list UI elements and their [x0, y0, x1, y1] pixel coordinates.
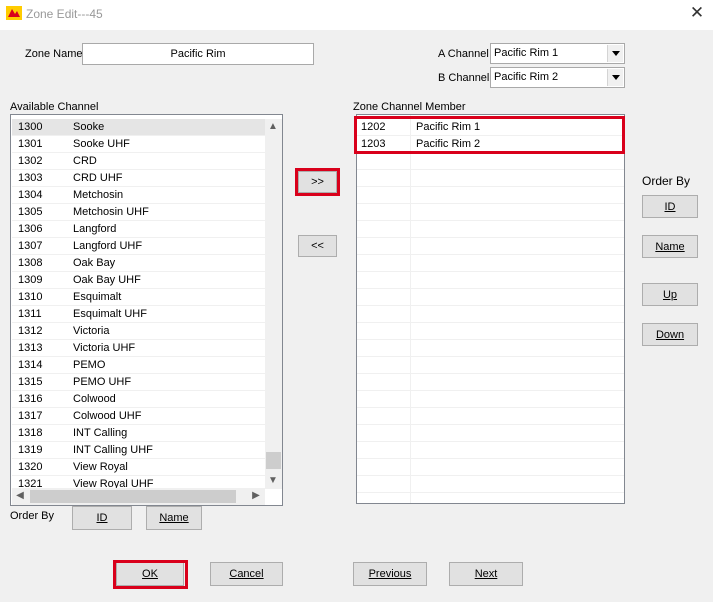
scroll-right-icon[interactable]: ▶ — [248, 488, 264, 504]
list-item — [357, 306, 624, 323]
list-item — [357, 272, 624, 289]
list-item — [357, 357, 624, 374]
list-item[interactable]: 1312 Victoria — [12, 323, 265, 340]
chevron-down-icon[interactable] — [607, 69, 623, 86]
zone-name-input[interactable] — [82, 43, 314, 65]
side-order-name-button[interactable]: Name — [642, 235, 698, 258]
list-item — [357, 340, 624, 357]
app-icon — [6, 6, 22, 20]
list-item[interactable]: 1316 Colwood — [12, 391, 265, 408]
move-up-button[interactable]: Up — [642, 283, 698, 306]
available-channel-label: Available Channel — [10, 101, 99, 113]
list-item — [357, 170, 624, 187]
order-by-label: Order By — [10, 510, 55, 522]
window-title: Zone Edit---45 — [26, 7, 103, 21]
side-order-id-button[interactable]: ID — [642, 195, 698, 218]
available-channel-list[interactable]: 1300 Sooke 1301 Sooke UHF 1302 CRD 1303 CRD … — [10, 114, 283, 506]
list-item — [357, 221, 624, 238]
list-item[interactable]: 1307 Langford UHF — [12, 238, 265, 255]
list-item[interactable]: 1320 View Royal — [12, 459, 265, 476]
order-by-name-button[interactable]: Name — [146, 506, 202, 530]
list-item[interactable]: 1203 Pacific Rim 2 — [357, 136, 624, 153]
available-channel-rows[interactable]: 1300 Sooke 1301 Sooke UHF 1302 CRD 1303 CRD … — [12, 119, 265, 489]
list-item — [357, 238, 624, 255]
side-order-by-label: Order By — [642, 174, 691, 188]
a-channel-value: Pacific Rim 1 — [494, 47, 559, 59]
list-item — [357, 408, 624, 425]
ok-button[interactable]: OK — [116, 562, 184, 586]
list-item — [357, 425, 624, 442]
next-button[interactable]: Next — [449, 562, 523, 586]
list-item — [357, 476, 624, 493]
cancel-button[interactable]: Cancel — [210, 562, 283, 586]
list-item[interactable]: 1309 Oak Bay UHF — [12, 272, 265, 289]
list-item — [357, 374, 624, 391]
list-item — [357, 459, 624, 476]
vertical-scrollbar[interactable]: ▲ ▼ — [265, 119, 282, 489]
list-item[interactable]: 1310 Esquimalt — [12, 289, 265, 306]
order-by-id-button[interactable]: ID — [72, 506, 132, 530]
remove-from-zone-button[interactable]: << — [298, 235, 337, 257]
list-item[interactable]: 1301 Sooke UHF — [12, 136, 265, 153]
close-icon[interactable]: ✕ — [689, 4, 705, 22]
list-item[interactable]: 1319 INT Calling UHF — [12, 442, 265, 459]
list-item[interactable]: 1304 Metchosin — [12, 187, 265, 204]
list-item — [357, 391, 624, 408]
list-item[interactable]: 1314 PEMO — [12, 357, 265, 374]
b-channel-label: B Channel — [438, 72, 490, 84]
a-channel-label: A Channel — [438, 48, 489, 60]
b-channel-value: Pacific Rim 2 — [494, 71, 559, 83]
scroll-thumb[interactable] — [266, 452, 281, 469]
list-item — [357, 323, 624, 340]
list-item[interactable]: 1315 PEMO UHF — [12, 374, 265, 391]
chevron-down-icon[interactable] — [607, 45, 623, 62]
a-channel-select[interactable]: Pacific Rim 1 — [490, 43, 625, 64]
b-channel-select[interactable]: Pacific Rim 2 — [490, 67, 625, 88]
list-item — [357, 255, 624, 272]
list-item — [357, 153, 624, 170]
zone-channel-member-label: Zone Channel Member — [353, 101, 466, 113]
list-item[interactable]: 1313 Victoria UHF — [12, 340, 265, 357]
list-item[interactable]: 1202 Pacific Rim 1 — [357, 119, 624, 136]
scroll-up-icon[interactable]: ▲ — [265, 119, 281, 135]
list-item — [357, 204, 624, 221]
scroll-thumb[interactable] — [30, 490, 236, 503]
scroll-down-icon[interactable]: ▼ — [265, 473, 281, 489]
list-item — [357, 289, 624, 306]
list-item — [357, 442, 624, 459]
horizontal-scrollbar[interactable]: ◀ ▶ — [12, 488, 265, 505]
list-item[interactable]: 1311 Esquimalt UHF — [12, 306, 265, 323]
list-item[interactable]: 1306 Langford — [12, 221, 265, 238]
title-bar: Zone Edit---45 ✕ — [0, 0, 713, 30]
list-item[interactable]: 1308 Oak Bay — [12, 255, 265, 272]
zone-name-label: Zone Name — [25, 48, 83, 60]
list-item — [357, 187, 624, 204]
move-down-button[interactable]: Down — [642, 323, 698, 346]
list-item[interactable]: 1300 Sooke — [12, 119, 265, 136]
list-item[interactable]: 1305 Metchosin UHF — [12, 204, 265, 221]
add-to-zone-button[interactable]: >> — [298, 171, 337, 193]
list-item[interactable]: 1318 INT Calling — [12, 425, 265, 442]
previous-button[interactable]: Previous — [353, 562, 427, 586]
list-item[interactable]: 1303 CRD UHF — [12, 170, 265, 187]
list-item[interactable]: 1317 Colwood UHF — [12, 408, 265, 425]
zone-channel-member-list[interactable]: 1202 Pacific Rim 1 1203 Pacific Rim 2 — [356, 114, 625, 504]
list-item[interactable]: 1302 CRD — [12, 153, 265, 170]
scroll-left-icon[interactable]: ◀ — [12, 488, 28, 504]
